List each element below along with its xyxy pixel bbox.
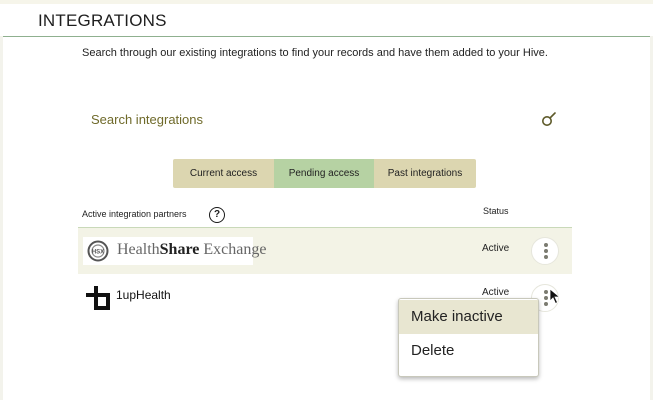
access-tabs: Current access Pending access Past integ… [173, 159, 476, 188]
status-text: Active [482, 287, 510, 298]
1uphealth-logo [86, 286, 110, 310]
hsx-emblem-icon: HSX [87, 240, 109, 262]
more-options-button[interactable] [531, 237, 559, 265]
healthshare-exchange-logo: HSX HealthShare Exchange [83, 237, 266, 265]
page-title: INTEGRATIONS [38, 11, 167, 30]
left-edge [0, 36, 3, 400]
tab-past-integrations[interactable]: Past integrations [374, 159, 476, 188]
svg-text:HSX: HSX [92, 250, 104, 256]
make-inactive-menu-item[interactable]: Make inactive [399, 300, 538, 334]
context-menu: Make inactive Delete [398, 298, 539, 377]
status-column-header: Status [483, 206, 509, 216]
list-header-label: Active integration partners [82, 209, 187, 219]
status-text: Active [482, 243, 510, 254]
search-input[interactable] [78, 100, 518, 138]
search-bar [78, 100, 570, 138]
intro-text: Search through our existing integrations… [82, 47, 548, 59]
tab-pending-access[interactable]: Pending access [274, 159, 374, 188]
integration-name: HealthShare Exchange [117, 241, 267, 258]
tab-current-access[interactable]: Current access [173, 159, 274, 188]
list-header: Active integration partners ? Status [82, 206, 572, 228]
help-icon[interactable]: ? [209, 207, 225, 223]
search-icon[interactable] [541, 111, 557, 127]
page-header: INTEGRATIONS [0, 4, 653, 37]
integration-name: 1upHealth [116, 288, 171, 302]
delete-menu-item[interactable]: Delete [399, 334, 538, 368]
mouse-cursor-icon [549, 288, 561, 305]
list-item[interactable]: HSX HealthShare Exchange Active [78, 228, 572, 274]
